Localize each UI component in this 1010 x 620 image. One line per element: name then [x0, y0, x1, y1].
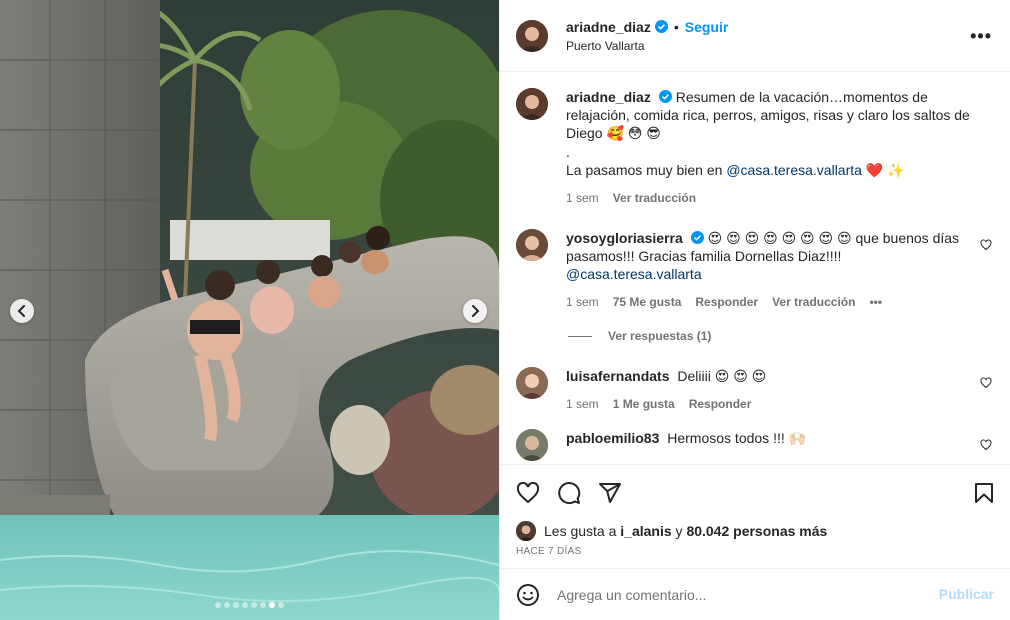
carousel-dot-active: [269, 602, 275, 608]
next-slide-button[interactable]: [463, 299, 487, 323]
see-translation-button[interactable]: Ver traducción: [613, 191, 696, 205]
see-translation-button[interactable]: Ver traducción: [772, 295, 855, 309]
comment-input[interactable]: [557, 586, 917, 603]
commenter-avatar[interactable]: [516, 229, 548, 261]
caption-dot: .: [566, 144, 570, 160]
comment-likes[interactable]: 1 Me gusta: [613, 397, 675, 411]
heart-icon[interactable]: [980, 239, 992, 251]
commenter-username[interactable]: yosoygloriasierra: [566, 230, 683, 246]
commenter-username[interactable]: pabloemilio83: [566, 430, 659, 446]
commenter-username[interactable]: luisafernandats: [566, 368, 669, 384]
caption-text-line2: La pasamos muy bien en: [566, 162, 727, 178]
verified-icon: [654, 20, 668, 33]
likes-count[interactable]: 80.042 personas más: [686, 523, 827, 539]
carousel-dot: [215, 602, 221, 608]
author-avatar[interactable]: [516, 19, 548, 52]
comment-mention[interactable]: @casa.teresa.vallarta: [566, 266, 702, 282]
comments-list: ariadne_diaz Resumen de la vacación…mome…: [500, 72, 1010, 464]
caption-username[interactable]: ariadne_diaz: [566, 89, 651, 105]
caption-text-emojis: ❤️ ✨: [861, 162, 905, 178]
replies-line: [568, 335, 592, 337]
comment-text: Hermosos todos !!! 🙌🏻: [667, 430, 807, 446]
caption-mention[interactable]: @casa.teresa.vallarta: [726, 162, 862, 178]
reply-button[interactable]: Responder: [689, 397, 752, 411]
author-username[interactable]: ariadne_diaz: [566, 19, 651, 35]
follow-button[interactable]: Seguir: [685, 19, 729, 35]
view-replies-label: Ver respuestas (1): [608, 329, 712, 343]
previous-slide-button[interactable]: [10, 299, 34, 323]
comment-likes[interactable]: 75 Me gusta: [613, 295, 682, 309]
separator-dot: •: [673, 18, 679, 35]
post-header: ariadne_diaz • Seguir Puerto Vallarta ••…: [500, 0, 1010, 72]
chevron-left-icon: [17, 305, 25, 317]
post-location[interactable]: Puerto Vallarta: [566, 39, 728, 53]
comment-options-icon[interactable]: •••: [869, 295, 882, 309]
comment: luisafernandats Deliiii 😍 😍 😍 1 sem 1 Me…: [516, 367, 994, 411]
carousel-dot: [233, 602, 239, 608]
post-side-panel: ariadne_diaz • Seguir Puerto Vallarta ••…: [499, 0, 1010, 620]
action-bar: [500, 464, 1010, 520]
comment: pabloemilio83 Hermosos todos !!! 🙌🏻: [516, 429, 994, 461]
pool-slide-photo: [0, 0, 499, 620]
comment-icon[interactable]: [557, 481, 581, 505]
heart-icon[interactable]: [980, 439, 992, 451]
comment-time[interactable]: 1 sem: [566, 397, 599, 411]
instagram-post: ariadne_diaz • Seguir Puerto Vallarta ••…: [0, 0, 1010, 620]
caption: ariadne_diaz Resumen de la vacación…mome…: [516, 88, 994, 205]
carousel-dot: [260, 602, 266, 608]
post-date[interactable]: HACE 7 DÍAS: [500, 542, 1010, 568]
heart-icon[interactable]: [516, 481, 540, 505]
comment-time[interactable]: 1 sem: [566, 295, 599, 309]
reply-button[interactable]: Responder: [695, 295, 758, 309]
likes-middle: y: [671, 523, 687, 539]
emoji-icon[interactable]: [516, 583, 540, 607]
share-icon[interactable]: [598, 481, 622, 505]
carousel-dot: [242, 602, 248, 608]
verified-icon: [658, 90, 672, 103]
author-avatar[interactable]: [516, 88, 548, 120]
verified-icon: [690, 231, 704, 244]
more-options-icon[interactable]: •••: [970, 26, 992, 47]
liker-avatar[interactable]: [516, 521, 536, 541]
bookmark-icon[interactable]: [972, 481, 996, 505]
carousel-indicator: [0, 602, 499, 608]
commenter-avatar[interactable]: [516, 367, 548, 399]
commenter-avatar[interactable]: [516, 429, 548, 461]
likes-prefix: Les gusta a: [544, 523, 621, 539]
carousel-dot: [224, 602, 230, 608]
likes-summary: Les gusta a i_alanis y 80.042 personas m…: [500, 520, 1010, 542]
add-comment-bar: Publicar: [500, 568, 1010, 620]
comment-text: Deliiii 😍 😍 😍: [677, 368, 767, 384]
view-replies-button[interactable]: Ver respuestas (1): [568, 329, 994, 343]
chevron-right-icon: [472, 305, 480, 317]
comment: yosoygloriasierra 😍 😍 😍 😍 😍 😍 😍 😍 que bu…: [516, 229, 994, 309]
publish-button[interactable]: Publicar: [939, 586, 994, 602]
carousel-dot: [278, 602, 284, 608]
post-photo[interactable]: [0, 0, 499, 620]
liker-username[interactable]: i_alanis: [620, 523, 671, 539]
caption-time[interactable]: 1 sem: [566, 191, 599, 205]
heart-icon[interactable]: [980, 377, 992, 389]
carousel-dot: [251, 602, 257, 608]
